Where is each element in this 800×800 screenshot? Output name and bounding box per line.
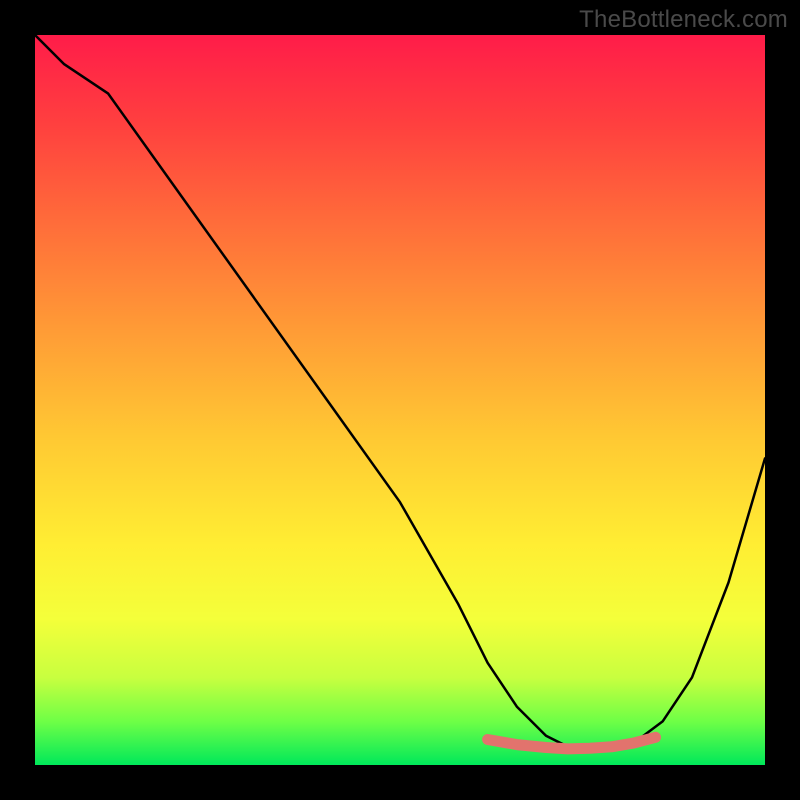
watermark-text: TheBottleneck.com — [579, 6, 788, 34]
chart-svg — [35, 35, 765, 765]
chart-frame: TheBottleneck.com — [0, 0, 800, 800]
plot-area — [35, 35, 765, 765]
bottleneck-curve — [35, 35, 765, 750]
bottleneck-floor-highlight — [488, 737, 656, 749]
